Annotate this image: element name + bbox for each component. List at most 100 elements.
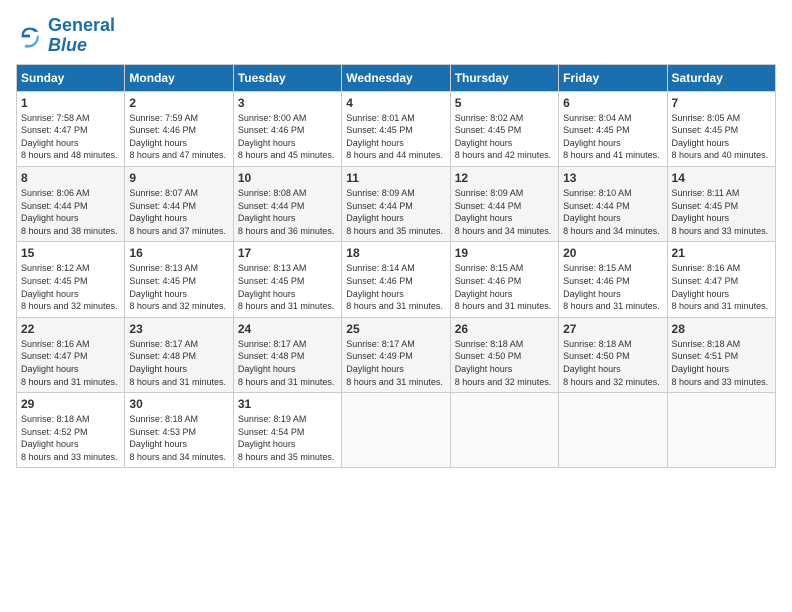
day-number: 12: [455, 171, 554, 185]
day-number: 30: [129, 397, 228, 411]
weekday-header-wednesday: Wednesday: [342, 64, 450, 91]
weekday-header-monday: Monday: [125, 64, 233, 91]
day-number: 14: [672, 171, 771, 185]
calendar-cell: 24 Sunrise: 8:17 AM Sunset: 4:48 PM Dayl…: [233, 317, 341, 392]
weekday-header-friday: Friday: [559, 64, 667, 91]
calendar-cell: [450, 393, 558, 468]
day-info: Sunrise: 8:12 AM Sunset: 4:45 PM Dayligh…: [21, 262, 120, 312]
day-number: 4: [346, 96, 445, 110]
logo-icon: [16, 22, 44, 50]
day-info: Sunrise: 8:10 AM Sunset: 4:44 PM Dayligh…: [563, 187, 662, 237]
calendar-cell: 11 Sunrise: 8:09 AM Sunset: 4:44 PM Dayl…: [342, 166, 450, 241]
calendar-cell: [342, 393, 450, 468]
day-number: 19: [455, 246, 554, 260]
day-info: Sunrise: 8:06 AM Sunset: 4:44 PM Dayligh…: [21, 187, 120, 237]
day-number: 24: [238, 322, 337, 336]
day-info: Sunrise: 8:18 AM Sunset: 4:50 PM Dayligh…: [455, 338, 554, 388]
weekday-header-thursday: Thursday: [450, 64, 558, 91]
day-info: Sunrise: 8:18 AM Sunset: 4:53 PM Dayligh…: [129, 413, 228, 463]
day-info: Sunrise: 8:17 AM Sunset: 4:48 PM Dayligh…: [129, 338, 228, 388]
day-number: 28: [672, 322, 771, 336]
calendar-cell: 12 Sunrise: 8:09 AM Sunset: 4:44 PM Dayl…: [450, 166, 558, 241]
day-number: 3: [238, 96, 337, 110]
day-number: 18: [346, 246, 445, 260]
day-info: Sunrise: 7:58 AM Sunset: 4:47 PM Dayligh…: [21, 112, 120, 162]
day-number: 22: [21, 322, 120, 336]
weekday-header-saturday: Saturday: [667, 64, 775, 91]
calendar-cell: 9 Sunrise: 8:07 AM Sunset: 4:44 PM Dayli…: [125, 166, 233, 241]
logo-text: General Blue: [48, 16, 115, 56]
day-number: 25: [346, 322, 445, 336]
day-number: 2: [129, 96, 228, 110]
calendar-cell: 4 Sunrise: 8:01 AM Sunset: 4:45 PM Dayli…: [342, 91, 450, 166]
day-number: 9: [129, 171, 228, 185]
day-number: 15: [21, 246, 120, 260]
logo: General Blue: [16, 16, 115, 56]
calendar-cell: 7 Sunrise: 8:05 AM Sunset: 4:45 PM Dayli…: [667, 91, 775, 166]
calendar-cell: 22 Sunrise: 8:16 AM Sunset: 4:47 PM Dayl…: [17, 317, 125, 392]
calendar-cell: 25 Sunrise: 8:17 AM Sunset: 4:49 PM Dayl…: [342, 317, 450, 392]
calendar-cell: 17 Sunrise: 8:13 AM Sunset: 4:45 PM Dayl…: [233, 242, 341, 317]
calendar-cell: 13 Sunrise: 8:10 AM Sunset: 4:44 PM Dayl…: [559, 166, 667, 241]
day-info: Sunrise: 8:15 AM Sunset: 4:46 PM Dayligh…: [455, 262, 554, 312]
calendar-cell: 2 Sunrise: 7:59 AM Sunset: 4:46 PM Dayli…: [125, 91, 233, 166]
calendar-cell: [667, 393, 775, 468]
weekday-header-tuesday: Tuesday: [233, 64, 341, 91]
calendar-cell: 30 Sunrise: 8:18 AM Sunset: 4:53 PM Dayl…: [125, 393, 233, 468]
day-info: Sunrise: 8:17 AM Sunset: 4:48 PM Dayligh…: [238, 338, 337, 388]
day-number: 20: [563, 246, 662, 260]
calendar-cell: 15 Sunrise: 8:12 AM Sunset: 4:45 PM Dayl…: [17, 242, 125, 317]
day-number: 11: [346, 171, 445, 185]
day-number: 17: [238, 246, 337, 260]
calendar-cell: 23 Sunrise: 8:17 AM Sunset: 4:48 PM Dayl…: [125, 317, 233, 392]
page-header: General Blue: [16, 16, 776, 56]
calendar-cell: 19 Sunrise: 8:15 AM Sunset: 4:46 PM Dayl…: [450, 242, 558, 317]
day-info: Sunrise: 8:05 AM Sunset: 4:45 PM Dayligh…: [672, 112, 771, 162]
day-info: Sunrise: 8:00 AM Sunset: 4:46 PM Dayligh…: [238, 112, 337, 162]
day-info: Sunrise: 8:04 AM Sunset: 4:45 PM Dayligh…: [563, 112, 662, 162]
calendar-cell: 26 Sunrise: 8:18 AM Sunset: 4:50 PM Dayl…: [450, 317, 558, 392]
calendar-cell: 3 Sunrise: 8:00 AM Sunset: 4:46 PM Dayli…: [233, 91, 341, 166]
day-info: Sunrise: 8:11 AM Sunset: 4:45 PM Dayligh…: [672, 187, 771, 237]
day-number: 29: [21, 397, 120, 411]
calendar-cell: 10 Sunrise: 8:08 AM Sunset: 4:44 PM Dayl…: [233, 166, 341, 241]
day-info: Sunrise: 8:08 AM Sunset: 4:44 PM Dayligh…: [238, 187, 337, 237]
day-info: Sunrise: 8:18 AM Sunset: 4:50 PM Dayligh…: [563, 338, 662, 388]
day-info: Sunrise: 8:14 AM Sunset: 4:46 PM Dayligh…: [346, 262, 445, 312]
day-number: 10: [238, 171, 337, 185]
calendar-cell: 5 Sunrise: 8:02 AM Sunset: 4:45 PM Dayli…: [450, 91, 558, 166]
calendar-table: SundayMondayTuesdayWednesdayThursdayFrid…: [16, 64, 776, 469]
day-number: 8: [21, 171, 120, 185]
day-number: 31: [238, 397, 337, 411]
day-number: 7: [672, 96, 771, 110]
day-number: 23: [129, 322, 228, 336]
day-info: Sunrise: 8:15 AM Sunset: 4:46 PM Dayligh…: [563, 262, 662, 312]
day-number: 16: [129, 246, 228, 260]
calendar-week-2: 8 Sunrise: 8:06 AM Sunset: 4:44 PM Dayli…: [17, 166, 776, 241]
day-number: 21: [672, 246, 771, 260]
day-number: 1: [21, 96, 120, 110]
calendar-cell: 29 Sunrise: 8:18 AM Sunset: 4:52 PM Dayl…: [17, 393, 125, 468]
calendar-cell: 27 Sunrise: 8:18 AM Sunset: 4:50 PM Dayl…: [559, 317, 667, 392]
weekday-header-sunday: Sunday: [17, 64, 125, 91]
day-number: 27: [563, 322, 662, 336]
calendar-cell: 1 Sunrise: 7:58 AM Sunset: 4:47 PM Dayli…: [17, 91, 125, 166]
day-info: Sunrise: 8:18 AM Sunset: 4:51 PM Dayligh…: [672, 338, 771, 388]
calendar-cell: 21 Sunrise: 8:16 AM Sunset: 4:47 PM Dayl…: [667, 242, 775, 317]
day-info: Sunrise: 8:16 AM Sunset: 4:47 PM Dayligh…: [672, 262, 771, 312]
calendar-week-4: 22 Sunrise: 8:16 AM Sunset: 4:47 PM Dayl…: [17, 317, 776, 392]
day-number: 6: [563, 96, 662, 110]
day-info: Sunrise: 8:13 AM Sunset: 4:45 PM Dayligh…: [238, 262, 337, 312]
calendar-cell: 16 Sunrise: 8:13 AM Sunset: 4:45 PM Dayl…: [125, 242, 233, 317]
calendar-cell: 28 Sunrise: 8:18 AM Sunset: 4:51 PM Dayl…: [667, 317, 775, 392]
day-info: Sunrise: 8:02 AM Sunset: 4:45 PM Dayligh…: [455, 112, 554, 162]
calendar-cell: 20 Sunrise: 8:15 AM Sunset: 4:46 PM Dayl…: [559, 242, 667, 317]
day-info: Sunrise: 8:09 AM Sunset: 4:44 PM Dayligh…: [346, 187, 445, 237]
day-info: Sunrise: 8:07 AM Sunset: 4:44 PM Dayligh…: [129, 187, 228, 237]
calendar-cell: 14 Sunrise: 8:11 AM Sunset: 4:45 PM Dayl…: [667, 166, 775, 241]
calendar-cell: 18 Sunrise: 8:14 AM Sunset: 4:46 PM Dayl…: [342, 242, 450, 317]
calendar-cell: 31 Sunrise: 8:19 AM Sunset: 4:54 PM Dayl…: [233, 393, 341, 468]
day-number: 26: [455, 322, 554, 336]
calendar-week-5: 29 Sunrise: 8:18 AM Sunset: 4:52 PM Dayl…: [17, 393, 776, 468]
calendar-week-3: 15 Sunrise: 8:12 AM Sunset: 4:45 PM Dayl…: [17, 242, 776, 317]
